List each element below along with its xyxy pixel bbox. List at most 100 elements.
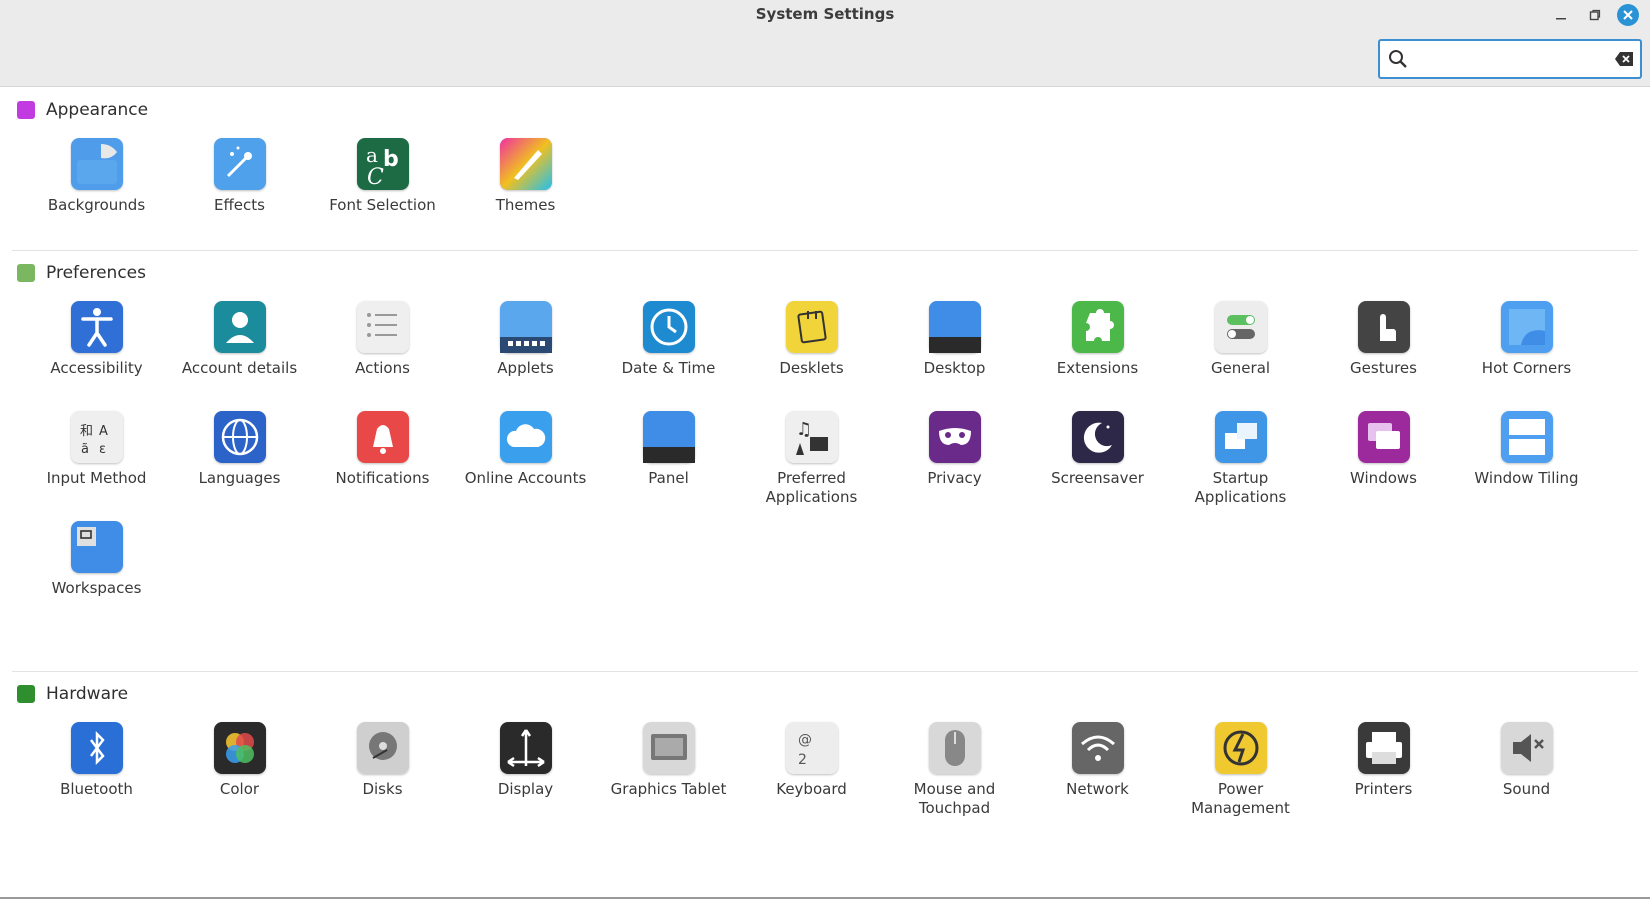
font-selection-icon: abC <box>356 138 409 190</box>
section-title: Appearance <box>46 100 149 120</box>
settings-item-disks[interactable]: Disks <box>311 716 454 826</box>
svg-text:A: A <box>99 424 108 439</box>
accessibility-icon <box>70 301 123 353</box>
settings-item-notifications[interactable]: Notifications <box>311 405 454 515</box>
date-and-time-icon <box>642 301 695 353</box>
settings-item-font-selection[interactable]: a b C Font Selection <box>311 132 454 242</box>
svg-text:ε: ε <box>99 442 106 457</box>
settings-item-label: Themes <box>495 196 556 214</box>
settings-item-effects[interactable]: Effects <box>168 132 311 242</box>
settings-item-panel[interactable]: Panel <box>597 405 740 515</box>
settings-item-label: Sound <box>1502 780 1551 798</box>
account-details-icon <box>213 301 266 353</box>
online-accounts-icon <box>499 411 552 463</box>
settings-item-power-management[interactable]: Power Management <box>1169 716 1312 826</box>
close-button[interactable] <box>1617 4 1639 26</box>
preferred-applications-icon: ♫ <box>785 411 838 463</box>
settings-item-label: Gestures <box>1350 359 1417 377</box>
actions-icon <box>356 301 409 353</box>
settings-item-input-method[interactable]: 和 Aã ε Input Method <box>25 405 168 515</box>
settings-item-label: Network <box>1066 780 1129 798</box>
settings-item-extensions[interactable]: Extensions <box>1026 295 1169 405</box>
settings-item-date-and-time[interactable]: Date & Time <box>597 295 740 405</box>
input-method-icon: 和Aãε <box>70 411 123 463</box>
settings-item-label: Desklets <box>779 359 844 377</box>
settings-grid: Bluetooth Color Disks Display Graphics Table… <box>0 716 1650 826</box>
settings-item-label: Graphics Tablet <box>610 780 727 798</box>
svg-text:@: @ <box>798 732 812 748</box>
settings-item-network[interactable]: Network <box>1026 716 1169 826</box>
settings-item-label: Privacy <box>927 469 982 487</box>
window-tiling-icon <box>1500 411 1553 463</box>
settings-item-actions[interactable]: Actions <box>311 295 454 405</box>
themes-icon <box>499 138 552 190</box>
settings-item-window-tiling[interactable]: Window Tiling <box>1455 405 1598 515</box>
hardware-category-icon <box>17 685 35 703</box>
settings-item-display[interactable]: Display <box>454 716 597 826</box>
svg-text:C: C <box>367 165 384 190</box>
settings-item-preferred-applications[interactable]: ♫ Preferred Applications <box>740 405 883 515</box>
settings-item-label: Window Tiling <box>1474 469 1579 487</box>
settings-item-label: Workspaces <box>51 579 142 597</box>
graphics-tablet-icon <box>642 722 695 774</box>
section-title: Hardware <box>46 684 129 704</box>
svg-text:ã: ã <box>81 442 89 457</box>
search-input[interactable] <box>1418 47 1598 71</box>
search-box[interactable] <box>1378 39 1642 79</box>
settings-item-general[interactable]: General <box>1169 295 1312 405</box>
startup-applications-icon <box>1214 411 1267 463</box>
settings-item-screensaver[interactable]: Screensaver <box>1026 405 1169 515</box>
languages-icon <box>213 411 266 463</box>
settings-item-sound[interactable]: Sound <box>1455 716 1598 826</box>
settings-item-themes[interactable]: Themes <box>454 132 597 242</box>
preferences-category-icon <box>17 264 35 282</box>
settings-item-desktop[interactable]: Desktop <box>883 295 1026 405</box>
maximize-button[interactable] <box>1584 4 1606 26</box>
settings-item-windows[interactable]: Windows <box>1312 405 1455 515</box>
minimize-icon <box>1556 18 1566 20</box>
settings-item-label: Actions <box>355 359 410 377</box>
window-title: System Settings <box>755 5 895 23</box>
settings-item-label: Keyboard <box>776 780 847 798</box>
bluetooth-icon <box>70 722 123 774</box>
settings-item-hot-corners[interactable]: Hot Corners <box>1455 295 1598 405</box>
settings-item-gestures[interactable]: Gestures <box>1312 295 1455 405</box>
settings-item-color[interactable]: Color <box>168 716 311 826</box>
settings-item-applets[interactable]: Applets <box>454 295 597 405</box>
settings-item-privacy[interactable]: Privacy <box>883 405 1026 515</box>
svg-text:♫: ♫ <box>796 419 812 440</box>
settings-item-workspaces[interactable]: Workspaces <box>25 515 168 625</box>
settings-item-label: Applets <box>497 359 554 377</box>
screensaver-icon <box>1071 411 1124 463</box>
settings-grid: Backgrounds Effects a b C Font Selection Theme… <box>0 132 1650 242</box>
printers-icon <box>1357 722 1410 774</box>
settings-item-languages[interactable]: Languages <box>168 405 311 515</box>
settings-item-mouse-and-touchpad[interactable]: Mouse and Touchpad <box>883 716 1026 826</box>
network-icon <box>1071 722 1124 774</box>
settings-item-label: Power Management <box>1191 780 1290 817</box>
settings-item-label: Startup Applications <box>1194 469 1287 506</box>
settings-item-online-accounts[interactable]: Online Accounts <box>454 405 597 515</box>
display-icon <box>499 722 552 774</box>
settings-item-label: Desktop <box>923 359 986 377</box>
settings-item-label: Backgrounds <box>47 196 146 214</box>
settings-item-backgrounds[interactable]: Backgrounds <box>25 132 168 242</box>
settings-item-account-details[interactable]: Account details <box>168 295 311 405</box>
svg-text:a: a <box>366 143 378 167</box>
general-icon <box>1214 301 1267 353</box>
settings-item-printers[interactable]: Printers <box>1312 716 1455 826</box>
settings-item-keyboard[interactable]: @2 Keyboard <box>740 716 883 826</box>
settings-item-label: Display <box>497 780 554 798</box>
clear-search-icon[interactable] <box>1614 51 1634 67</box>
backgrounds-icon <box>70 138 123 190</box>
settings-item-label: Screensaver <box>1051 469 1144 487</box>
notifications-icon <box>356 411 409 463</box>
minimize-button[interactable] <box>1550 4 1572 26</box>
settings-item-startup-applications[interactable]: Startup Applications <box>1169 405 1312 515</box>
settings-item-bluetooth[interactable]: Bluetooth <box>25 716 168 826</box>
settings-item-desklets[interactable]: Desklets <box>740 295 883 405</box>
settings-item-accessibility[interactable]: Accessibility <box>25 295 168 405</box>
svg-text:b: b <box>383 147 399 172</box>
panel-icon <box>642 411 695 463</box>
settings-item-graphics-tablet[interactable]: Graphics Tablet <box>597 716 740 826</box>
